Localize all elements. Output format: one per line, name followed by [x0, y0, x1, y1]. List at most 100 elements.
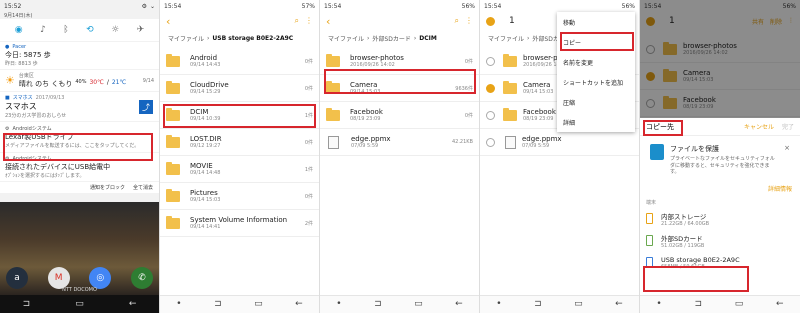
storage-internal[interactable]: 内部ストレージ 21.22GB / 64.00GB	[640, 208, 800, 230]
back-icon[interactable]: ←	[776, 300, 784, 309]
list-item[interactable]: edge.ppmx 07/09 5:59 42.21KB	[320, 129, 479, 156]
list-item[interactable]: Pictures 09/14 15:03 0件	[160, 183, 319, 210]
breadcrumb-dcim[interactable]: DCIM	[419, 35, 437, 42]
selected-count: 1	[509, 16, 515, 26]
item-name: MOVIE	[190, 162, 213, 170]
back-arrow-icon[interactable]: ‹	[166, 15, 170, 28]
cancel-button[interactable]: キャンセル	[744, 122, 774, 131]
more-options-icon[interactable]: ⋮	[465, 16, 473, 26]
item-count: 0件	[464, 112, 473, 119]
list-item[interactable]: MOVIE 09/14 14:48 1件	[160, 156, 319, 183]
breadcrumb-usb-storage[interactable]: USB storage B0E2-2A9C	[212, 35, 293, 42]
dim-overlay	[640, 0, 800, 118]
phone-app-icon[interactable]: ✆	[130, 267, 153, 289]
menu-item-details[interactable]: 詳細	[557, 112, 635, 132]
sumaho-notification[interactable]: ■ スマホス 2017/09/13 スマホス 23分のガス学習のおしらせ ⤴	[0, 92, 159, 121]
back-icon[interactable]: ←	[295, 300, 303, 309]
recents-icon[interactable]: ⊐	[23, 299, 31, 309]
home-icon[interactable]: ▭	[414, 300, 423, 309]
sound-icon[interactable]: ♪	[40, 25, 46, 35]
rotate-icon[interactable]: ⟲	[86, 25, 94, 35]
back-icon[interactable]: ←	[455, 300, 463, 309]
item-count: 9636件	[455, 85, 473, 92]
gmail-app-icon[interactable]: M	[47, 267, 70, 289]
chevron-down-icon[interactable]: ⌄	[150, 3, 155, 10]
close-icon[interactable]: ×	[784, 144, 790, 176]
list-item[interactable]: edge.ppmx 07/09 5:59	[480, 129, 639, 156]
secure-folder-icon	[650, 144, 664, 160]
block-notifications-button[interactable]: 通知をブロック	[90, 184, 125, 191]
home-icon[interactable]: ▭	[75, 299, 84, 309]
recents-icon[interactable]: ⊐	[694, 300, 702, 309]
item-date: 09/14 14:43	[190, 62, 221, 68]
done-button[interactable]: 完了	[782, 122, 794, 131]
dot-icon: •	[336, 299, 342, 309]
recents-icon[interactable]: ⊐	[214, 300, 222, 309]
detail-link[interactable]: 詳細情報	[640, 184, 800, 193]
weather-location: 台東区	[18, 73, 34, 79]
item-name: Pictures	[190, 189, 218, 197]
recents-icon[interactable]: ⊐	[374, 300, 382, 309]
storage-usb[interactable]: USB storage B0E2-2A9C 658MB / 59.61GB	[640, 252, 800, 274]
flashlight-icon[interactable]: ☼	[111, 25, 119, 35]
breadcrumb-my-files[interactable]: マイファイル	[488, 34, 524, 43]
list-item[interactable]: LOST.DIR 09/12 19:27 0件	[160, 129, 319, 156]
back-icon[interactable]: ←	[615, 300, 623, 309]
toolbar: ‹ ⌕ ⋮	[320, 12, 479, 30]
menu-item-copy[interactable]: コピー	[557, 32, 635, 52]
airplane-icon[interactable]: ✈	[137, 25, 145, 35]
select-all-checkbox[interactable]	[486, 16, 495, 26]
list-item[interactable]: System Volume Information 09/14 14:41 2件	[160, 210, 319, 237]
item-name: edge.ppmx	[522, 135, 562, 143]
more-options-icon[interactable]: ⋮	[305, 16, 313, 26]
home-icon[interactable]: ▭	[574, 300, 583, 309]
settings-gear-icon[interactable]: ⚙	[142, 3, 147, 10]
clear-all-button[interactable]: 全て消去	[133, 184, 153, 191]
pacer-yesterday: 昨日: 8813 歩	[5, 61, 38, 67]
menu-item-move[interactable]: 移動	[557, 12, 635, 32]
bluetooth-icon[interactable]: ᛒ	[63, 25, 68, 35]
usb-notif-source: Androidシステム	[12, 126, 52, 132]
breadcrumb-my-files[interactable]: マイファイル	[168, 34, 204, 43]
dot-icon: •	[176, 299, 182, 309]
item-checkbox[interactable]	[486, 137, 495, 147]
breadcrumb-sd-card[interactable]: 外部SDカード	[372, 34, 410, 43]
home-icon[interactable]: ▭	[254, 300, 263, 309]
menu-item-compress[interactable]: 圧縮	[557, 92, 635, 112]
item-checkbox[interactable]	[486, 110, 495, 120]
list-item[interactable]: CloudDrive 09/14 15:29 0件	[160, 75, 319, 102]
back-arrow-icon[interactable]: ‹	[326, 15, 330, 28]
usb-drive-notification[interactable]: ⚙ Androidシステム Lexar製USBドライブ メディアファイルを転送する…	[0, 122, 159, 152]
recents-icon[interactable]: ⊐	[534, 300, 542, 309]
file-icon	[505, 135, 516, 149]
storage-sd-card[interactable]: 外部SDカード 51.02GB / 119GB	[640, 230, 800, 252]
list-item[interactable]: Android 09/14 14:43 0件	[160, 48, 319, 75]
pacer-notification[interactable]: ● Pacer 今日: 5875 歩 昨日: 8813 歩	[0, 42, 159, 69]
item-checkbox[interactable]	[486, 83, 495, 93]
usb-notif-desc: メディアファイルを転送するには、ここをタップしてくだ。	[5, 143, 140, 149]
sumaho-app-icon: ⤴	[139, 100, 153, 114]
chrome-app-icon[interactable]: ◎	[89, 267, 112, 289]
folder-icon	[166, 134, 180, 148]
list-item[interactable]: Camera 09/14 15:03 9636件	[320, 75, 479, 102]
search-icon[interactable]: ⌕	[295, 16, 299, 26]
weather-notification[interactable]: ☀ 台東区 晴れ のち くもり 40% 30℃ / 21℃ 9/14	[0, 70, 159, 91]
list-item[interactable]: browser-photos 2016/09/26 14:02 0件	[320, 48, 479, 75]
back-icon[interactable]: ←	[129, 299, 137, 309]
list-item[interactable]: DCIM 09/14 10:39 1件	[160, 102, 319, 129]
home-icon[interactable]: ▭	[735, 300, 744, 309]
folder-icon	[326, 53, 340, 67]
amazon-app-icon[interactable]: a	[6, 267, 28, 289]
item-checkbox[interactable]	[486, 56, 495, 66]
menu-item-rename[interactable]: 名前を変更	[557, 52, 635, 72]
usb-notif-title: Lexar製USBドライブ	[5, 133, 74, 141]
search-icon[interactable]: ⌕	[455, 16, 459, 26]
item-count: 1件	[304, 166, 313, 173]
power-notif-title: 接続されたデバイスにUSB給電中	[5, 163, 111, 171]
usb-power-notification[interactable]: ⚙ Androidシステム 接続されたデバイスにUSB給電中 ｵﾌﾟｼｮﾝを選択す…	[0, 153, 159, 181]
wifi-icon[interactable]: ◉	[15, 25, 23, 35]
breadcrumb-my-files[interactable]: マイファイル	[328, 34, 364, 43]
menu-item-add-shortcut[interactable]: ショートカットを追加	[557, 72, 635, 92]
file-list: browser-photos 2016/09/26 14:02 0件 Camera 0…	[320, 48, 479, 156]
list-item[interactable]: Facebook 08/19 23:09 0件	[320, 102, 479, 129]
